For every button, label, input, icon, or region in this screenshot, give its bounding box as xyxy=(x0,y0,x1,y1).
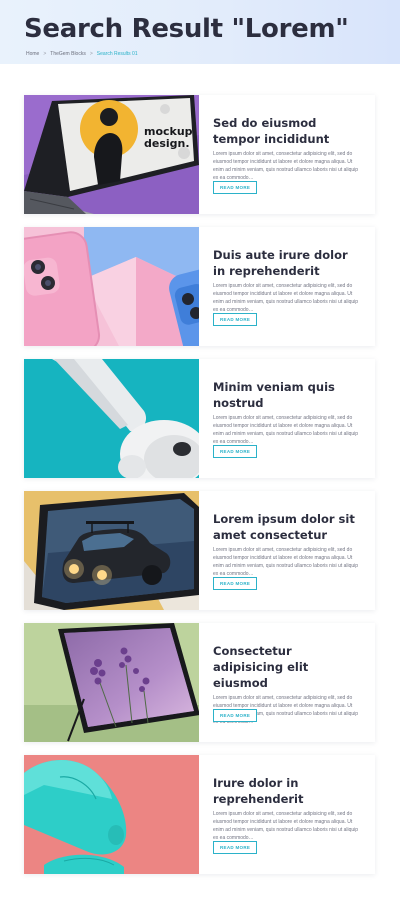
post-thumbnail[interactable] xyxy=(24,227,199,346)
svg-text:design.: design. xyxy=(144,137,190,150)
breadcrumb-current: Search Results 01 xyxy=(96,51,138,57)
result-card: Minim veniam quis nostrud Lorem ipsum do… xyxy=(24,359,375,478)
read-more-button[interactable]: READ MORE xyxy=(213,577,258,590)
result-card: Duis aute irure dolor in reprehenderit L… xyxy=(24,227,375,346)
breadcrumb-separator: > xyxy=(89,51,93,57)
post-thumbnail[interactable]: mockup design. xyxy=(24,95,199,214)
read-more-button[interactable]: READ MORE xyxy=(213,709,258,722)
post-thumbnail[interactable] xyxy=(24,623,199,742)
result-card: Irure dolor in reprehenderit Lorem ipsum… xyxy=(24,755,375,874)
earbuds-image xyxy=(24,359,199,478)
post-excerpt: Lorem ipsum dolor sit amet, consectetur … xyxy=(213,811,359,841)
page-title: Search Result "Lorem" xyxy=(24,14,349,44)
mouse-image xyxy=(24,755,199,874)
post-title[interactable]: Sed do eiusmod tempor incididunt xyxy=(213,115,361,147)
breadcrumb-blocks[interactable]: TheGem Blocks xyxy=(50,51,86,57)
read-more-button[interactable]: READ MORE xyxy=(213,445,258,458)
post-title[interactable]: Lorem ipsum dolor sit amet consectetur xyxy=(213,511,361,543)
post-title[interactable]: Duis aute irure dolor in reprehenderit xyxy=(213,247,361,279)
post-content: Sed do eiusmod tempor incididunt Lorem i… xyxy=(199,95,375,214)
result-card: Lorem ipsum dolor sit amet consectetur L… xyxy=(24,491,375,610)
read-more-button[interactable]: READ MORE xyxy=(213,313,258,326)
post-title[interactable]: Irure dolor in reprehenderit xyxy=(213,775,361,807)
post-excerpt: Lorem ipsum dolor sit amet, consectetur … xyxy=(213,547,359,577)
post-content: Lorem ipsum dolor sit amet consectetur L… xyxy=(199,491,375,610)
result-card: mockup design. Sed do eiusmod tempor inc… xyxy=(24,95,375,214)
post-content: Irure dolor in reprehenderit Lorem ipsum… xyxy=(199,755,375,874)
post-title[interactable]: Consectetur adipisicing elit eiusmod xyxy=(213,643,361,691)
read-more-button[interactable]: READ MORE xyxy=(213,181,258,194)
phones-image xyxy=(24,227,199,346)
result-card: Consectetur adipisicing elit eiusmod Lor… xyxy=(24,623,375,742)
read-more-button[interactable]: READ MORE xyxy=(213,841,258,854)
post-excerpt: Lorem ipsum dolor sit amet, consectetur … xyxy=(213,283,359,313)
post-thumbnail[interactable] xyxy=(24,491,199,610)
laptop-mockup-image: mockup design. xyxy=(24,95,199,214)
post-content: Minim veniam quis nostrud Lorem ipsum do… xyxy=(199,359,375,478)
breadcrumb-separator: > xyxy=(43,51,47,57)
post-title[interactable]: Minim veniam quis nostrud xyxy=(213,379,361,411)
post-excerpt: Lorem ipsum dolor sit amet, consectetur … xyxy=(213,151,359,181)
breadcrumb: Home > TheGem Blocks > Search Results 01 xyxy=(26,51,138,57)
tablet-car-image xyxy=(24,491,199,610)
post-content: Consectetur adipisicing elit eiusmod Lor… xyxy=(199,623,375,742)
post-thumbnail[interactable] xyxy=(24,755,199,874)
breadcrumb-home[interactable]: Home xyxy=(26,51,39,57)
post-content: Duis aute irure dolor in reprehenderit L… xyxy=(199,227,375,346)
post-excerpt: Lorem ipsum dolor sit amet, consectetur … xyxy=(213,415,359,445)
post-thumbnail[interactable] xyxy=(24,359,199,478)
tablet-lavender-image xyxy=(24,623,199,742)
